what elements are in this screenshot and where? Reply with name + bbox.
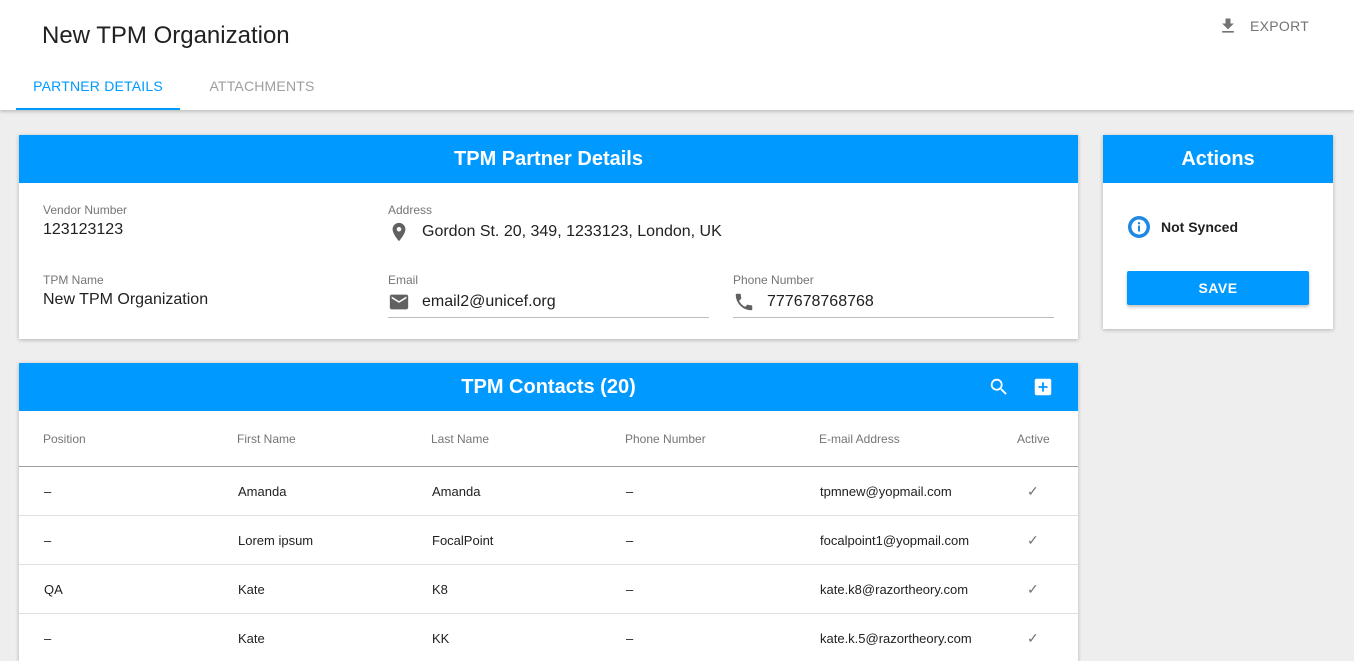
actions-card: Actions Not Synced SAVE [1103,135,1333,329]
partner-details-title: TPM Partner Details [19,135,1078,183]
vendor-number-value: 123123123 [43,221,124,238]
vendor-number-field: Vendor Number 123123123 [43,203,343,239]
address-label: Address [388,203,433,217]
mail-icon [389,294,409,310]
vendor-number-label: Vendor Number [43,203,128,217]
save-button[interactable]: SAVE [1127,271,1309,305]
page-title: New TPM Organization [42,22,290,49]
info-icon [1128,216,1150,238]
location-pin-icon [392,222,406,242]
tab-partner-details[interactable]: PARTNER DETAILS [16,66,180,110]
partner-details-card: TPM Partner Details Vendor Number 123123… [19,135,1078,339]
cell-email: kate.k8@razortheory.com [820,581,969,597]
column-header-email[interactable]: E-mail Address [819,411,900,466]
cell-last-name: FocalPoint [432,532,494,548]
column-header-phone[interactable]: Phone Number [625,411,706,466]
column-header-last-name[interactable]: Last Name [431,411,489,466]
phone-value: 777678768768 [767,293,874,310]
tab-attachments[interactable]: ATTACHMENTS [180,66,344,110]
email-label: Email [388,273,419,287]
table-row[interactable]: – Lorem ipsum FocalPoint – focalpoint1@y… [19,516,1078,565]
column-header-first-name[interactable]: First Name [237,411,296,466]
tpm-name-field: TPM Name New TPM Organization [43,273,343,309]
phone-field: Phone Number 777678768768 [733,273,1054,318]
cell-last-name: K8 [432,581,448,597]
active-check-icon: ✓ [1027,629,1039,646]
cell-phone: – [626,630,634,646]
table-row[interactable]: QA Kate K8 – kate.k8@razortheory.com ✓ [19,565,1078,614]
column-header-position[interactable]: Position [43,411,86,466]
sync-status: Not Synced [1127,215,1238,239]
email-input[interactable]: email2@unicef.org [388,291,709,318]
actions-title: Actions [1103,135,1333,183]
cell-first-name: Kate [238,630,265,646]
email-value: email2@unicef.org [422,293,556,310]
contacts-card: TPM Contacts (20) Position First Name La… [19,363,1078,661]
cell-first-name: Kate [238,581,265,597]
sync-status-text: Not Synced [1161,219,1239,235]
download-icon [1222,18,1234,33]
page-header: New TPM Organization EXPORT PARTNER DETA… [0,0,1354,110]
search-icon[interactable] [988,376,1010,398]
cell-email: tpmnew@yopmail.com [820,483,952,499]
cell-position: – [44,483,52,499]
address-value: Gordon St. 20, 349, 1233123, London, UK [422,223,722,240]
cell-position: – [44,630,52,646]
contacts-header: TPM Contacts (20) [19,363,1078,411]
cell-phone: – [626,483,634,499]
cell-last-name: KK [432,630,450,646]
cell-first-name: Lorem ipsum [238,532,314,548]
tpm-name-label: TPM Name [43,273,104,287]
column-header-active[interactable]: Active [1017,411,1050,466]
cell-last-name: Amanda [432,483,481,499]
phone-icon [735,293,753,311]
phone-input[interactable]: 777678768768 [733,291,1054,318]
contacts-title: TPM Contacts (20) [461,375,636,398]
table-row[interactable]: – Amanda Amanda – tpmnew@yopmail.com ✓ [19,467,1078,516]
add-contact-icon[interactable] [1032,376,1054,398]
tab-bar: PARTNER DETAILS ATTACHMENTS [16,66,344,110]
cell-email: focalpoint1@yopmail.com [820,532,970,548]
active-check-icon: ✓ [1027,531,1039,548]
tpm-name-value: New TPM Organization [43,291,209,308]
table-header-row: Position First Name Last Name Phone Numb… [19,411,1078,467]
cell-email: kate.k.5@razortheory.com [820,630,972,646]
cell-position: QA [44,581,63,597]
email-field: Email email2@unicef.org [388,273,709,318]
export-label: EXPORT [1250,18,1310,34]
table-row[interactable]: – Kate KK – kate.k.5@razortheory.com ✓ [19,614,1078,661]
address-field: Address Gordon St. 20, 349, 1233123, Lon… [388,203,1048,243]
active-check-icon: ✓ [1027,482,1039,499]
cell-position: – [44,532,52,548]
cell-phone: – [626,581,634,597]
cell-phone: – [626,532,634,548]
active-check-icon: ✓ [1027,580,1039,597]
phone-label: Phone Number [733,273,814,287]
cell-first-name: Amanda [238,483,287,499]
export-button[interactable]: EXPORT [1218,16,1309,36]
